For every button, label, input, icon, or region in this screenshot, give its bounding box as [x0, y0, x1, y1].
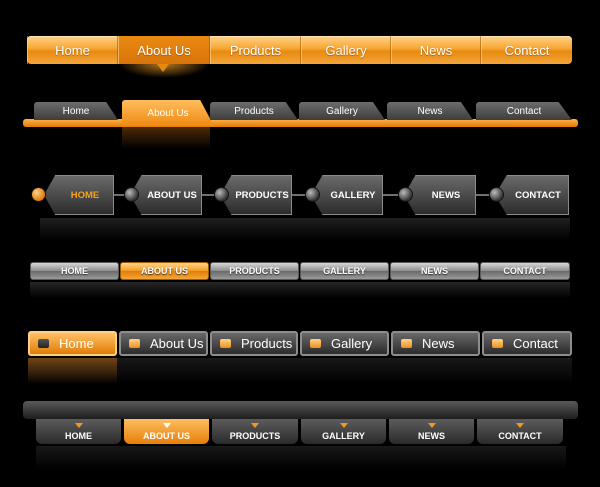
- nav6-home-label: HOME: [65, 430, 92, 441]
- nav5-about-us[interactable]: About Us: [119, 331, 208, 356]
- nav2-products-label: Products: [234, 105, 274, 117]
- nav3-reflection: [40, 218, 570, 240]
- nav3-gallery[interactable]: GALLERY: [311, 175, 383, 215]
- nav4-about-us-label: ABOUT US: [141, 266, 188, 276]
- nav5-active-reflection: [28, 358, 117, 384]
- nav4-news-label: NEWS: [421, 266, 448, 276]
- nav4-contact[interactable]: CONTACT: [480, 262, 570, 280]
- nav3-bullet-icon: [399, 188, 412, 201]
- nav6-arrow-icon: [162, 423, 171, 428]
- nav3-about-us-label: ABOUT US: [147, 189, 197, 201]
- nav3-contact[interactable]: CONTACT: [495, 175, 569, 215]
- nav6-contact[interactable]: CONTACT: [477, 419, 563, 444]
- nav3-contact-label: CONTACT: [515, 189, 561, 201]
- nav1-gallery[interactable]: Gallery: [301, 36, 391, 64]
- nav1-about-us-label: About Us: [137, 42, 191, 58]
- nav1-home[interactable]: Home: [27, 36, 118, 64]
- nav6-about-us[interactable]: ABOUT US: [124, 419, 209, 444]
- nav2-contact[interactable]: Contact: [476, 102, 572, 120]
- nav5-products-label: Products: [241, 336, 293, 351]
- nav4-contact-label: CONTACT: [503, 266, 547, 276]
- nav6-top-bar: [23, 401, 578, 419]
- nav3-about-us[interactable]: ABOUT US: [130, 175, 202, 215]
- nav1-home-label: Home: [55, 42, 90, 58]
- nav6-arrow-icon: [251, 423, 259, 428]
- nav3-home[interactable]: HOME: [44, 175, 114, 215]
- nav4-gallery[interactable]: GALLERY: [300, 262, 389, 280]
- nav6-reflection: [36, 446, 566, 470]
- nav5-about-us-label: About Us: [150, 336, 204, 351]
- nav2-news-label: News: [417, 105, 443, 117]
- nav5-products[interactable]: Products: [210, 331, 298, 356]
- nav3-news[interactable]: NEWS: [404, 175, 476, 215]
- nav1-active-pointer-icon: [157, 64, 169, 72]
- nav3-bullet-icon: [125, 188, 138, 201]
- nav5-news[interactable]: News: [391, 331, 480, 356]
- nav2-active-reflection: [122, 127, 210, 149]
- nav3-products[interactable]: PRODUCTS: [220, 175, 292, 215]
- nav6-news-label: NEWS: [418, 430, 445, 441]
- nav4-home[interactable]: HOME: [30, 262, 119, 280]
- nav4-products[interactable]: PRODUCTS: [210, 262, 299, 280]
- nav3-products-label: PRODUCTS: [235, 189, 289, 201]
- nav6-home[interactable]: HOME: [36, 419, 121, 444]
- nav5-square-icon: [38, 339, 49, 348]
- nav5-square-icon: [401, 339, 412, 348]
- nav5-home-label: Home: [59, 336, 94, 351]
- nav6-arrow-icon: [516, 423, 524, 428]
- nav6-arrow-icon: [74, 423, 83, 428]
- nav2-about-us-label: About Us: [147, 107, 189, 119]
- nav5-square-icon: [129, 339, 140, 348]
- nav5-contact[interactable]: Contact: [482, 331, 572, 356]
- nav3-home-label: HOME: [70, 189, 100, 201]
- nav6-gallery-label: GALLERY: [322, 430, 365, 441]
- nav2-home-label: Home: [62, 105, 90, 117]
- nav1-products-label: Products: [229, 42, 282, 58]
- nav3-gallery-label: GALLERY: [330, 189, 376, 201]
- nav1-contact-label: Contact: [504, 42, 550, 58]
- nav6-products-label: PRODUCTS: [229, 430, 281, 441]
- nav5-gallery[interactable]: Gallery: [300, 331, 389, 356]
- nav6-contact-label: CONTACT: [498, 430, 542, 441]
- nav5-home[interactable]: Home: [28, 331, 117, 356]
- nav4-products-label: PRODUCTS: [229, 266, 280, 276]
- nav5-square-icon: [220, 339, 231, 348]
- nav4-news[interactable]: NEWS: [390, 262, 479, 280]
- nav2-products[interactable]: Products: [210, 102, 298, 120]
- nav2-about-us[interactable]: About Us: [122, 100, 214, 126]
- nav5-contact-label: Contact: [513, 336, 558, 351]
- nav6-about-us-label: ABOUT US: [143, 430, 190, 441]
- nav1-gallery-label: Gallery: [325, 42, 367, 58]
- nav1-contact[interactable]: Contact: [481, 36, 572, 64]
- nav3-bullet-icon: [306, 188, 319, 201]
- nav-bar-orange: Home About Us Products Gallery News Cont…: [27, 36, 572, 64]
- nav4-home-label: HOME: [61, 266, 88, 276]
- nav4-reflection: [30, 282, 570, 298]
- nav5-square-icon: [492, 339, 503, 348]
- nav6-gallery[interactable]: GALLERY: [301, 419, 386, 444]
- nav2-rail: [23, 119, 578, 127]
- nav1-products[interactable]: Products: [210, 36, 301, 64]
- nav5-gallery-label: Gallery: [331, 336, 373, 351]
- nav3-news-label: NEWS: [431, 189, 461, 201]
- nav6-news[interactable]: NEWS: [389, 419, 474, 444]
- nav6-arrow-icon: [339, 423, 348, 428]
- nav5-news-label: News: [422, 336, 455, 351]
- nav5-square-icon: [310, 339, 321, 348]
- nav6-arrow-icon: [427, 423, 436, 428]
- nav1-about-us[interactable]: About Us: [118, 36, 210, 64]
- nav3-bullet-icon: [490, 188, 503, 201]
- nav2-gallery-label: Gallery: [326, 105, 358, 117]
- nav1-news-label: News: [419, 42, 453, 58]
- nav4-gallery-label: GALLERY: [323, 266, 366, 276]
- nav3-bullet-icon: [215, 188, 228, 201]
- nav2-home[interactable]: Home: [34, 102, 118, 120]
- nav1-news[interactable]: News: [391, 36, 481, 64]
- nav2-contact-label: Contact: [506, 105, 542, 117]
- nav3-bullet-icon: [32, 188, 45, 201]
- nav2-gallery[interactable]: Gallery: [299, 102, 385, 120]
- nav2-news[interactable]: News: [387, 102, 473, 120]
- nav6-products[interactable]: PRODUCTS: [212, 419, 298, 444]
- nav4-about-us[interactable]: ABOUT US: [120, 262, 209, 280]
